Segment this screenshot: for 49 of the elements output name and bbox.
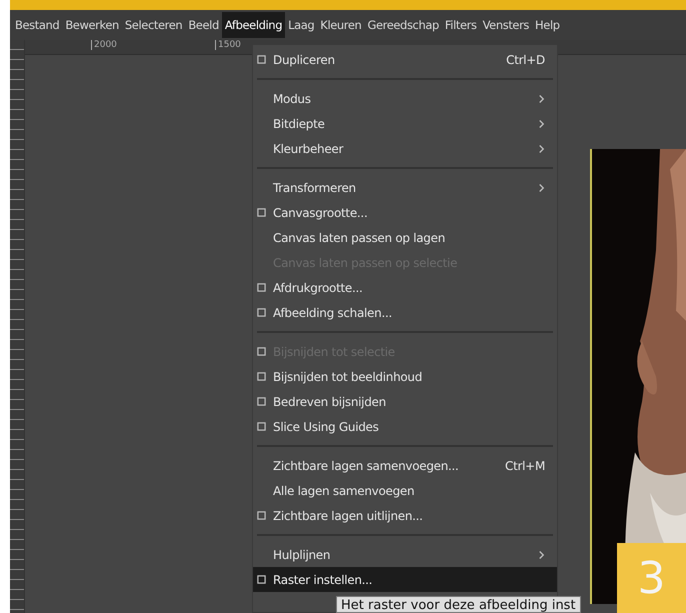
menu-bar-item[interactable]: Bewerken bbox=[62, 12, 122, 38]
step-badge: 3 bbox=[617, 543, 686, 613]
square-icon bbox=[257, 208, 266, 217]
menu-item[interactable]: Hulplijnen bbox=[253, 542, 557, 567]
menu-bar-item[interactable]: Laag bbox=[285, 12, 318, 38]
menu-item[interactable]: Afbeelding schalen... bbox=[253, 300, 557, 325]
chevron-right-icon bbox=[538, 118, 545, 128]
menu-item[interactable]: Kleurbeheer bbox=[253, 136, 557, 161]
menu-bar-item[interactable]: Selecteren bbox=[122, 12, 186, 38]
square-icon bbox=[257, 283, 266, 292]
square-icon bbox=[257, 308, 266, 317]
square-icon bbox=[257, 55, 266, 64]
menu-bar-item[interactable]: Filters bbox=[442, 12, 480, 38]
menu-item[interactable]: Raster instellen... bbox=[253, 567, 557, 592]
menu-item[interactable]: Transformeren bbox=[253, 175, 557, 200]
menu-item[interactable]: Bitdiepte bbox=[253, 111, 557, 136]
menu-item[interactable]: Alle lagen samenvoegen bbox=[253, 478, 557, 503]
square-icon bbox=[257, 575, 266, 584]
shortcut-label: Ctrl+M bbox=[505, 458, 545, 472]
square-icon bbox=[257, 347, 266, 356]
ruler-label: 1500 bbox=[215, 40, 241, 50]
menu-bar-item[interactable]: Vensters bbox=[480, 12, 532, 38]
menu-bar-item[interactable]: Gereedschap bbox=[364, 12, 442, 38]
tooltip: Het raster voor deze afbeelding inst bbox=[336, 596, 581, 613]
menu-item[interactable]: Slice Using Guides bbox=[253, 414, 557, 439]
chevron-right-icon bbox=[538, 182, 545, 192]
square-icon bbox=[257, 397, 266, 406]
square-icon bbox=[257, 422, 266, 431]
menu-bar-item[interactable]: Help bbox=[532, 12, 563, 38]
menu-item[interactable]: Canvas laten passen op lagen bbox=[253, 225, 557, 250]
square-icon bbox=[257, 372, 266, 381]
chevron-right-icon bbox=[538, 550, 545, 560]
menu-item[interactable]: Bijsnijden tot beeldinhoud bbox=[253, 364, 557, 389]
menu-item[interactable]: Modus bbox=[253, 86, 557, 111]
chevron-right-icon bbox=[538, 94, 545, 104]
menu-item[interactable]: Afdrukgrootte... bbox=[253, 275, 557, 300]
chevron-right-icon bbox=[538, 144, 545, 154]
menu-bar-item[interactable]: Bestand bbox=[12, 12, 62, 38]
shortcut-label: Ctrl+D bbox=[506, 52, 545, 66]
menu-bar-item[interactable]: Kleuren bbox=[317, 12, 364, 38]
menu-item[interactable]: Zichtbare lagen uitlijnen... bbox=[253, 503, 557, 528]
menu-bar-item[interactable]: Beeld bbox=[185, 12, 222, 38]
menu-item[interactable]: Dupliceren Ctrl+D bbox=[253, 47, 557, 72]
menu-bar-item[interactable]: Afbeelding bbox=[222, 12, 286, 38]
menu-item[interactable]: Bedreven bijsnijden bbox=[253, 389, 557, 414]
menu-item[interactable]: Zichtbare lagen samenvoegen... Ctrl+M bbox=[253, 453, 557, 478]
square-icon bbox=[257, 511, 266, 520]
ruler-label: 2000 bbox=[91, 40, 117, 50]
menu-item[interactable]: Canvasgrootte... bbox=[253, 200, 557, 225]
